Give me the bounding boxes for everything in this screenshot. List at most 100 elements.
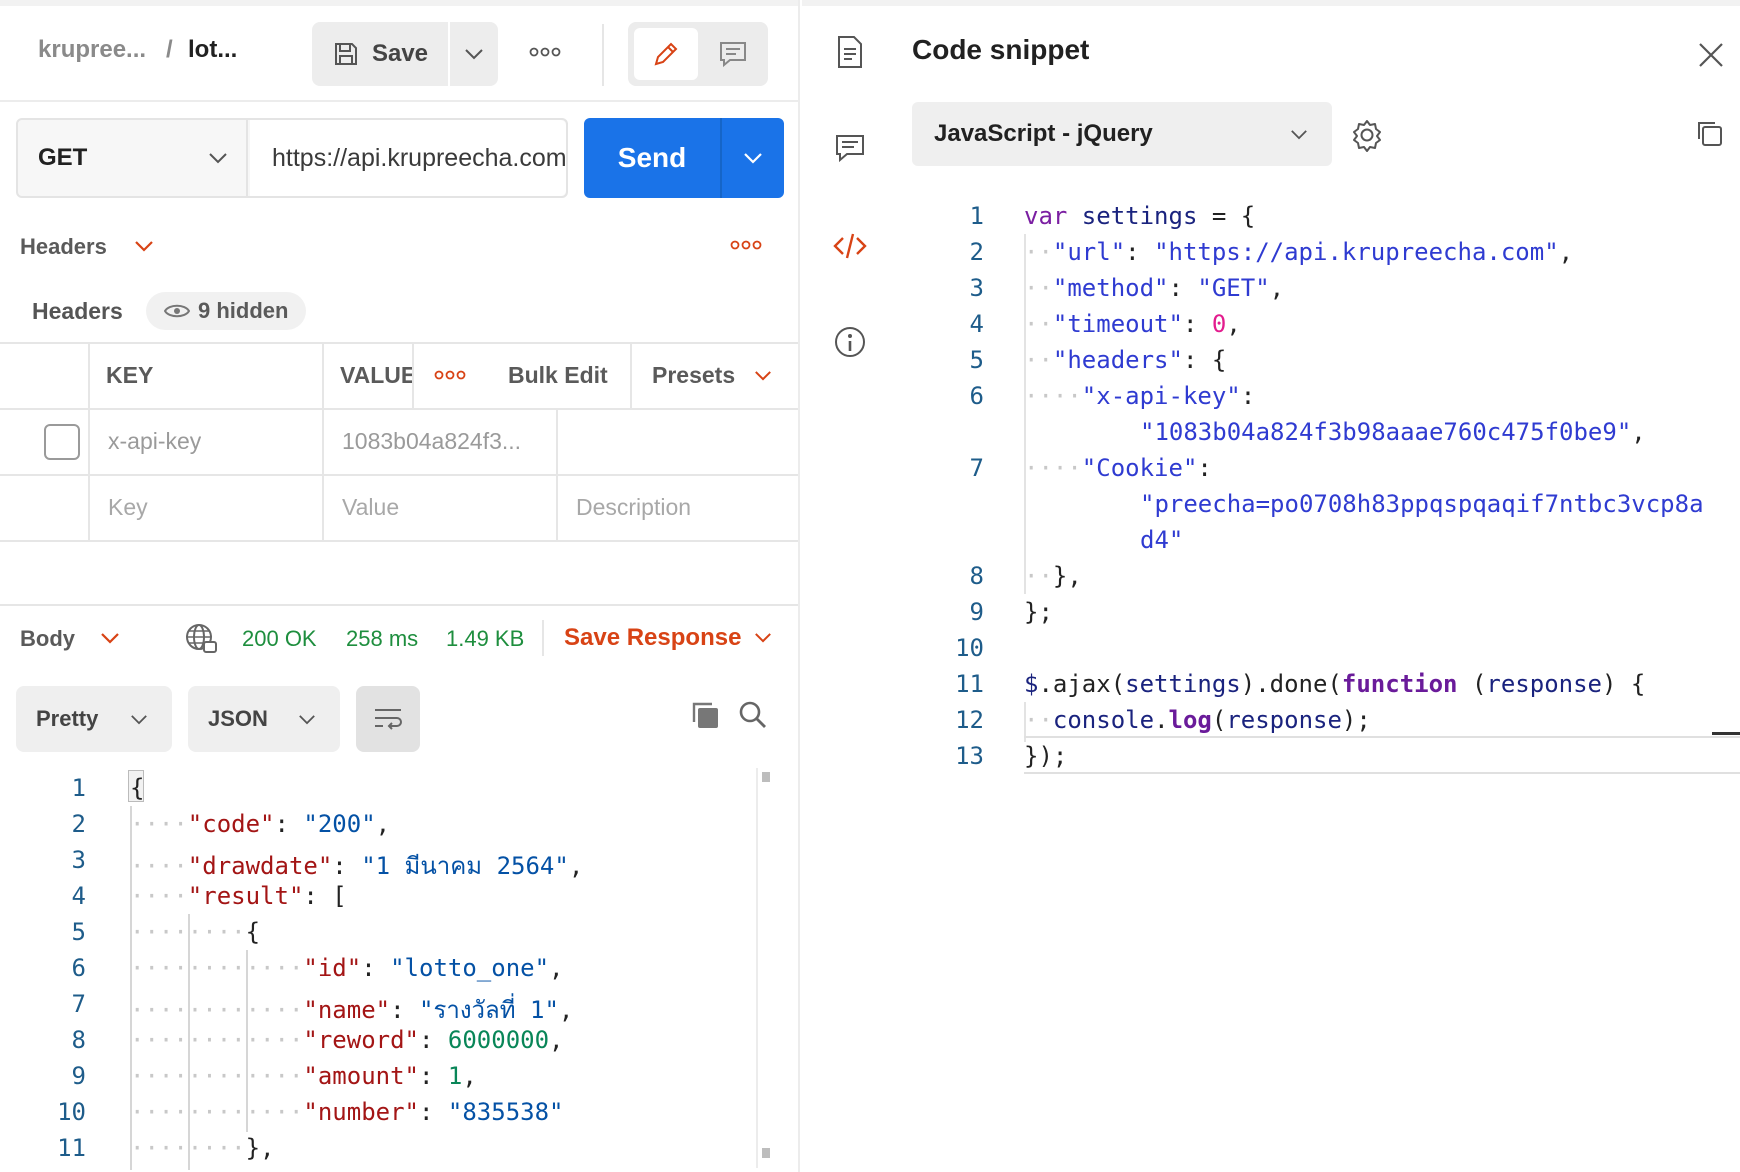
line-number: 9: [969, 598, 984, 626]
wrap-lines-button[interactable]: [356, 686, 420, 752]
gear-icon[interactable]: [1350, 118, 1384, 152]
json-value: 6000000: [447, 1026, 550, 1054]
comments-icon[interactable]: [832, 130, 868, 166]
header-key-cell[interactable]: x-api-key: [108, 428, 201, 455]
bulk-edit-button[interactable]: Bulk Edit: [508, 362, 608, 389]
format-select[interactable]: Pretty: [16, 686, 172, 752]
code-line: ····"result": [: [130, 882, 347, 910]
save-options-button[interactable]: [450, 22, 498, 86]
line-number: 2: [969, 238, 984, 266]
column-key: KEY: [106, 362, 154, 388]
new-key-input[interactable]: Key: [108, 494, 148, 521]
response-scrollbar[interactable]: [756, 768, 774, 1168]
chevron-down-icon[interactable]: [100, 632, 120, 644]
json-key: "number": [303, 1098, 419, 1126]
network-globe-icon[interactable]: [184, 622, 218, 654]
view-mode-toggle: [628, 22, 768, 86]
request-bar: GET https://api.krupreecha.com: [16, 118, 568, 198]
chevron-down-icon[interactable]: [134, 240, 154, 252]
snippet-language-label: JavaScript - jQuery: [934, 120, 1153, 147]
hidden-count: 9 hidden: [198, 298, 289, 323]
line-number: 8: [969, 562, 984, 590]
save-button[interactable]: Save: [312, 22, 448, 86]
more-actions-button[interactable]: [528, 40, 562, 64]
chevron-down-icon[interactable]: [754, 632, 772, 643]
json-key: "id": [303, 954, 362, 982]
edit-mode-button[interactable]: [634, 28, 698, 80]
code-line: "1083b04a824f3b98aaae760c475f0be9",: [1140, 418, 1646, 446]
chevron-down-icon[interactable]: [754, 370, 772, 381]
code-line: ··console.log(response);: [1024, 706, 1371, 734]
documentation-icon[interactable]: [832, 34, 868, 70]
header-value-cell[interactable]: 1083b04a824f3...: [342, 428, 548, 455]
line-number: 8: [71, 1026, 86, 1054]
save-label: Save: [371, 40, 429, 67]
send-button[interactable]: Send: [584, 118, 784, 198]
hidden-headers-toggle[interactable]: 9 hidden: [146, 292, 307, 330]
copy-icon[interactable]: [1694, 118, 1724, 148]
search-icon[interactable]: [738, 700, 768, 730]
tab-strip: [0, 0, 798, 6]
json-key: "drawdate": [187, 852, 333, 880]
headers-tab-title[interactable]: Headers: [20, 234, 107, 260]
code-line: ············"reword": 6000000,: [130, 1026, 564, 1054]
snippet-language-select[interactable]: JavaScript - jQuery: [912, 102, 1332, 166]
close-icon[interactable]: [1698, 42, 1724, 68]
code-line: ············"amount": 1,: [130, 1062, 477, 1090]
breadcrumb-separator: /: [166, 36, 173, 63]
request-pane: krupree... / lot... Save GET https://api…: [0, 0, 800, 1172]
presets-button[interactable]: Presets: [652, 362, 735, 389]
code-line: ············"name": "รางวัลที่ 1",: [130, 996, 574, 1024]
copy-icon[interactable]: [690, 700, 720, 730]
response-time[interactable]: 258 ms: [346, 626, 418, 652]
json-value: 1: [447, 1062, 463, 1090]
breadcrumb-collection[interactable]: krupree...: [38, 36, 146, 64]
new-description-input[interactable]: Description: [576, 494, 691, 521]
response-body-editor[interactable]: 1 2 3 4 5 6 7 8 9 10 11 { ····"code": "2…: [0, 768, 798, 1172]
response-size[interactable]: 1.49 KB: [446, 626, 524, 652]
line-number: 10: [955, 634, 984, 662]
url-input[interactable]: https://api.krupreecha.com: [250, 120, 566, 196]
breadcrumb-request[interactable]: lot...: [188, 36, 237, 64]
json-value: "200": [303, 810, 376, 838]
snippet-code-editor[interactable]: 1 2 3 4 5 6 7 8 9 10 11 12 13 var settin…: [802, 196, 1740, 776]
wrap-icon: [375, 709, 402, 730]
comments-mode-button[interactable]: [704, 28, 762, 80]
new-value-input[interactable]: Value: [342, 494, 399, 521]
code-line: ··"timeout": 0,: [1024, 310, 1241, 338]
more-icon[interactable]: [434, 370, 466, 380]
line-number: 12: [955, 706, 984, 734]
line-number: 1: [969, 202, 984, 230]
send-options-button[interactable]: [722, 118, 784, 198]
language-select[interactable]: JSON: [188, 686, 340, 752]
line-number: 3: [969, 274, 984, 302]
language-label: JSON: [208, 706, 268, 731]
save-response-button[interactable]: Save Response: [564, 624, 741, 652]
scroll-down-arrow[interactable]: [762, 1148, 770, 1158]
table-border: [0, 408, 798, 410]
line-number: 5: [71, 918, 86, 946]
code-line: ····"code": "200",: [130, 810, 391, 838]
eye-icon: [164, 304, 190, 318]
format-label: Pretty: [36, 706, 99, 731]
method-select[interactable]: GET: [18, 120, 248, 196]
line-number: 6: [969, 382, 984, 410]
response-divider: [0, 604, 798, 606]
status-code[interactable]: 200 OK: [242, 626, 317, 652]
scroll-up-arrow[interactable]: [762, 772, 770, 782]
code-line: ··},: [1024, 562, 1082, 590]
send-label: Send: [617, 142, 687, 173]
header-row-checkbox[interactable]: [44, 424, 80, 460]
table-col-divider: [322, 342, 324, 540]
line-number: 4: [71, 882, 86, 910]
more-icon[interactable]: [730, 240, 762, 250]
line-number: 4: [969, 310, 984, 338]
tab-strip: [802, 0, 1740, 6]
scrollbar-marker: [1712, 732, 1740, 735]
code-line: ············"number": "835538": [130, 1098, 564, 1126]
response-body-tab[interactable]: Body: [20, 626, 75, 652]
comment-icon: [720, 42, 746, 68]
code-line: ··"headers": {: [1024, 346, 1227, 374]
json-key: "result": [187, 882, 304, 910]
response-bar-divider: [542, 620, 544, 656]
